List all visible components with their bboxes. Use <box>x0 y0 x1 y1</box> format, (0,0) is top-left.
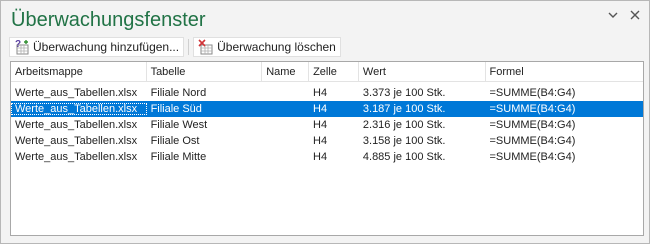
column-header-tabelle[interactable]: Tabelle <box>147 61 263 82</box>
close-icon[interactable] <box>629 9 641 21</box>
table-row[interactable]: Werte_aus_Tabellen.xlsx Filiale Süd H4 3… <box>11 101 643 117</box>
cell-arbeitsmappe: Werte_aus_Tabellen.xlsx <box>15 119 138 131</box>
column-header-zelle[interactable]: Zelle <box>309 61 359 82</box>
window-controls <box>607 7 641 23</box>
cell-formel: =SUMME(B4:G4) <box>489 151 576 163</box>
list-header: Arbeitsmappe Tabelle Name Zelle Wert For… <box>11 61 643 82</box>
cell-wert: 3.187 je 100 Stk. <box>362 103 446 115</box>
cell-wert: 2.316 je 100 Stk. <box>362 119 446 131</box>
cell-arbeitsmappe: Werte_aus_Tabellen.xlsx <box>15 87 138 99</box>
table-row[interactable]: Werte_aus_Tabellen.xlsx Filiale Mitte H4… <box>11 149 643 165</box>
cell-zelle: H4 <box>313 119 328 131</box>
cell-formel: =SUMME(B4:G4) <box>489 87 576 99</box>
svg-text:?: ? <box>15 39 21 50</box>
toolbar-separator <box>188 39 190 55</box>
cell-formel: =SUMME(B4:G4) <box>489 135 576 147</box>
toolbar: ? Überwachung hinzufügen... Überwachung … <box>9 37 341 57</box>
cell-wert: 3.373 je 100 Stk. <box>362 87 446 99</box>
cell-zelle: H4 <box>313 135 328 147</box>
cell-arbeitsmappe: Werte_aus_Tabellen.xlsx <box>11 103 147 115</box>
delete-watch-icon <box>198 39 214 55</box>
cell-tabelle: Filiale Nord <box>150 87 207 99</box>
cell-zelle: H4 <box>313 103 328 115</box>
add-watch-button[interactable]: ? Überwachung hinzufügen... <box>9 37 185 57</box>
cell-arbeitsmappe: Werte_aus_Tabellen.xlsx <box>15 135 138 147</box>
cell-wert: 4.885 je 100 Stk. <box>362 151 446 163</box>
column-header-wert[interactable]: Wert <box>359 61 486 82</box>
table-row[interactable]: Werte_aus_Tabellen.xlsx Filiale Nord H4 … <box>11 85 643 101</box>
table-row[interactable]: Werte_aus_Tabellen.xlsx Filiale West H4 … <box>11 117 643 133</box>
add-watch-label: Überwachung hinzufügen... <box>33 40 180 54</box>
column-header-name[interactable]: Name <box>262 61 310 82</box>
delete-watch-button[interactable]: Überwachung löschen <box>193 37 341 57</box>
watch-list[interactable]: Arbeitsmappe Tabelle Name Zelle Wert For… <box>10 61 644 236</box>
cell-tabelle: Filiale Süd <box>150 103 202 115</box>
add-watch-icon: ? <box>14 39 30 55</box>
table-row[interactable]: Werte_aus_Tabellen.xlsx Filiale Ost H4 3… <box>11 133 643 149</box>
cell-zelle: H4 <box>313 87 328 99</box>
window-title: Überwachungsfenster <box>11 9 206 31</box>
column-header-formel[interactable]: Formel <box>486 62 643 82</box>
column-header-arbeitsmappe[interactable]: Arbeitsmappe <box>11 61 147 82</box>
list-rows: Werte_aus_Tabellen.xlsx Filiale Nord H4 … <box>11 85 643 165</box>
watch-window: Überwachungsfenster ? Überwachung hinzuf… <box>0 0 650 244</box>
cell-zelle: H4 <box>313 151 328 163</box>
cell-formel: =SUMME(B4:G4) <box>489 119 576 131</box>
cell-tabelle: Filiale Ost <box>150 135 200 147</box>
cell-formel: =SUMME(B4:G4) <box>489 103 576 115</box>
cell-wert: 3.158 je 100 Stk. <box>362 135 446 147</box>
delete-watch-label: Überwachung löschen <box>217 40 336 54</box>
cell-tabelle: Filiale Mitte <box>150 151 207 163</box>
chevron-down-icon[interactable] <box>607 9 619 21</box>
cell-tabelle: Filiale West <box>150 119 208 131</box>
cell-arbeitsmappe: Werte_aus_Tabellen.xlsx <box>15 151 138 163</box>
